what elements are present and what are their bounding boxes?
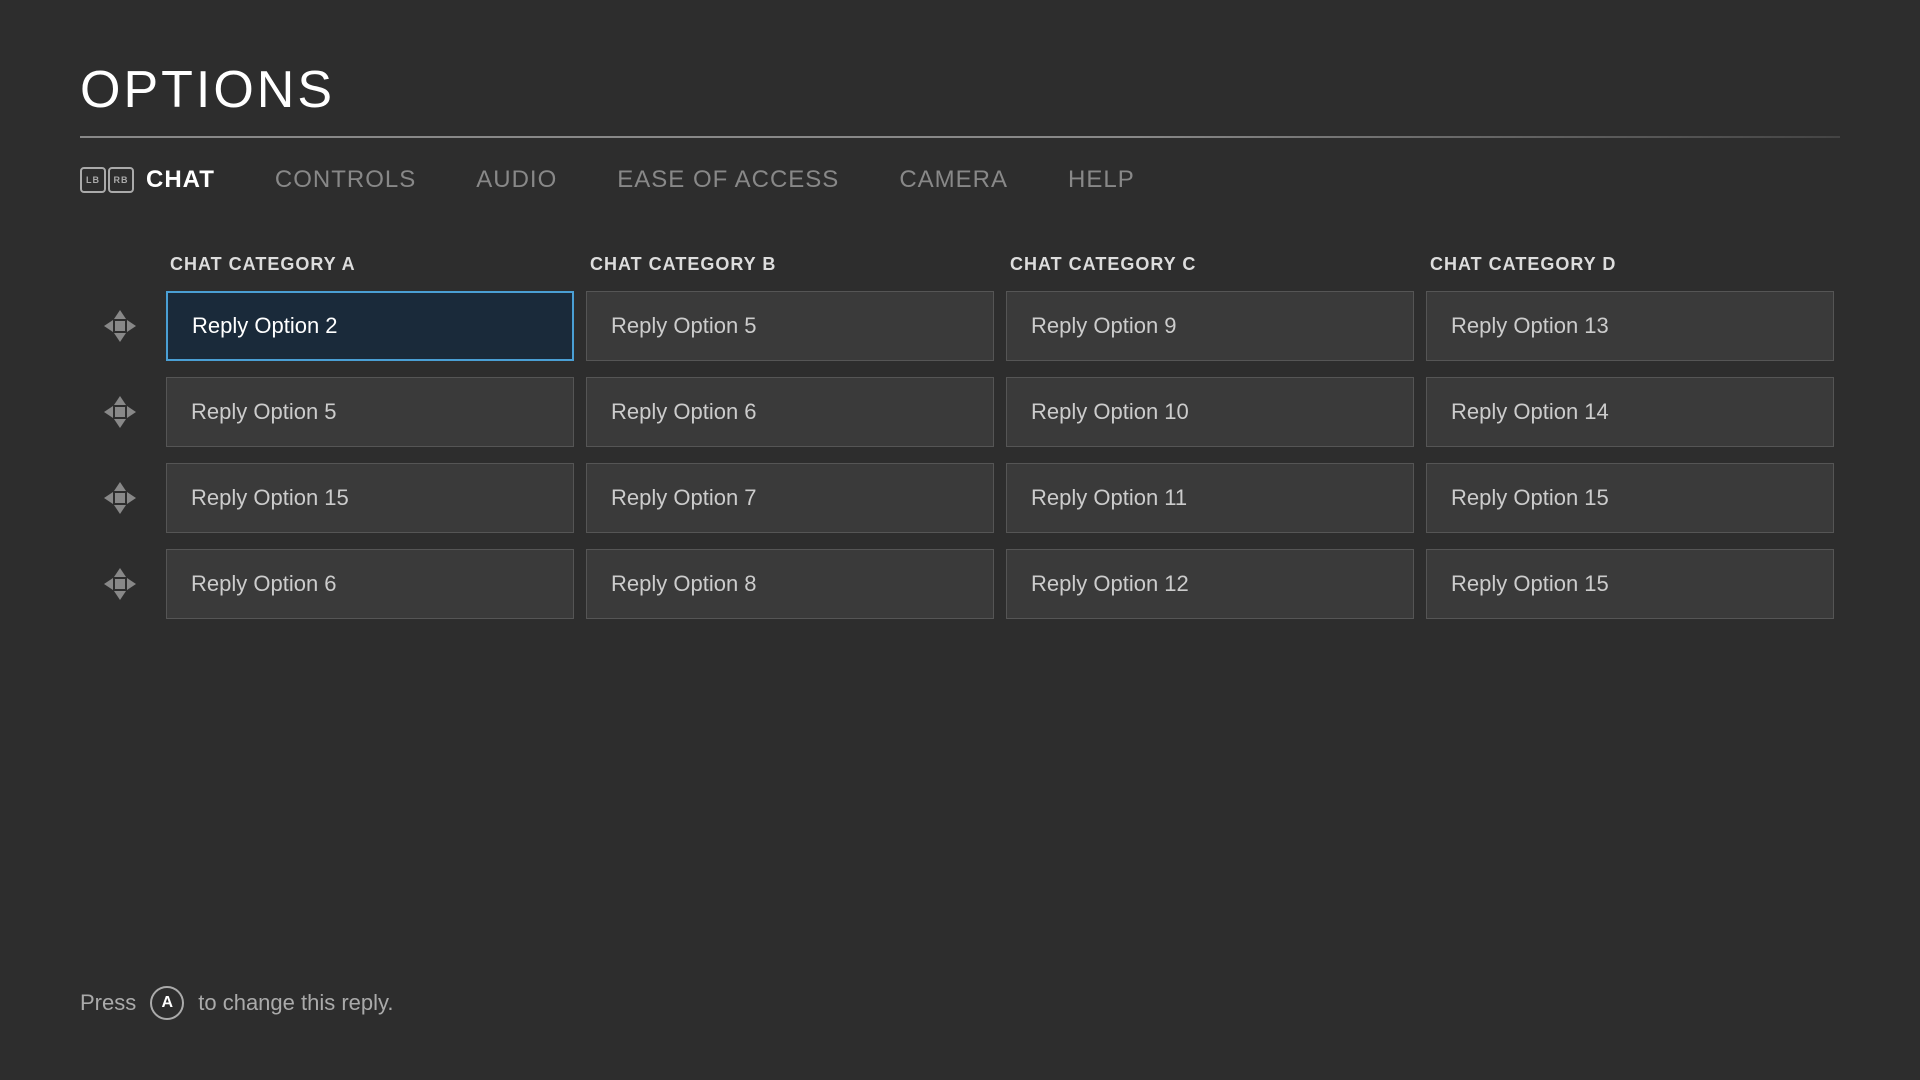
rows-container: Reply Option 2 Reply Option 5 Reply Opti… — [80, 291, 1840, 619]
option-row-1: Reply Option 5 Reply Option 6 Reply Opti… — [80, 377, 1840, 447]
category-label-c: CHAT CATEGORY C — [1000, 254, 1420, 275]
page-container: OPTIONS LB RB CHAT CONTROLS AUDIO EASE O… — [0, 0, 1920, 1080]
cell-0-2[interactable]: Reply Option 9 — [1006, 291, 1414, 361]
tab-chat[interactable]: LB RB CHAT — [80, 166, 215, 194]
option-row-2: Reply Option 15 Reply Option 7 Reply Opt… — [80, 463, 1840, 533]
drag-handle-2[interactable] — [80, 478, 160, 518]
cell-3-1[interactable]: Reply Option 8 — [586, 549, 994, 619]
category-label-a: CHAT CATEGORY A — [160, 254, 580, 275]
cell-0-1[interactable]: Reply Option 5 — [586, 291, 994, 361]
option-row-3: Reply Option 6 Reply Option 8 Reply Opti… — [80, 549, 1840, 619]
footer-prefix: Press — [80, 990, 136, 1016]
cell-2-3[interactable]: Reply Option 15 — [1426, 463, 1834, 533]
cell-2-1[interactable]: Reply Option 7 — [586, 463, 994, 533]
lb-button: LB — [80, 167, 106, 193]
cell-3-2[interactable]: Reply Option 12 — [1006, 549, 1414, 619]
drag-handle-3[interactable] — [80, 564, 160, 604]
cell-3-3[interactable]: Reply Option 15 — [1426, 549, 1834, 619]
tab-ease-of-access[interactable]: EASE OF ACCESS — [617, 166, 839, 194]
footer-hint: Press A to change this reply. — [80, 946, 1840, 1020]
rb-button: RB — [108, 167, 134, 193]
tab-controls[interactable]: CONTROLS — [275, 166, 416, 194]
tab-help[interactable]: HELP — [1068, 166, 1135, 194]
tab-chat-label: CHAT — [146, 166, 215, 194]
category-label-b: CHAT CATEGORY B — [580, 254, 1000, 275]
drag-handle-0[interactable] — [80, 306, 160, 346]
cell-0-3[interactable]: Reply Option 13 — [1426, 291, 1834, 361]
cell-0-0[interactable]: Reply Option 2 — [166, 291, 574, 361]
footer-suffix: to change this reply. — [198, 990, 393, 1016]
header-spacer — [80, 254, 160, 275]
option-row-0: Reply Option 2 Reply Option 5 Reply Opti… — [80, 291, 1840, 361]
controller-buttons: LB RB — [80, 167, 134, 193]
divider — [80, 136, 1840, 138]
cell-2-0[interactable]: Reply Option 15 — [166, 463, 574, 533]
a-button-icon: A — [150, 986, 184, 1020]
cell-1-2[interactable]: Reply Option 10 — [1006, 377, 1414, 447]
drag-handle-1[interactable] — [80, 392, 160, 432]
tab-audio[interactable]: AUDIO — [476, 166, 557, 194]
tab-camera[interactable]: CAMERA — [899, 166, 1008, 194]
categories-header: CHAT CATEGORY A CHAT CATEGORY B CHAT CAT… — [80, 254, 1840, 275]
content-area: CHAT CATEGORY A CHAT CATEGORY B CHAT CAT… — [80, 254, 1840, 1020]
page-title: OPTIONS — [80, 60, 1840, 120]
nav-tabs: LB RB CHAT CONTROLS AUDIO EASE OF ACCESS… — [80, 166, 1840, 194]
cell-2-2[interactable]: Reply Option 11 — [1006, 463, 1414, 533]
cell-3-0[interactable]: Reply Option 6 — [166, 549, 574, 619]
cell-1-0[interactable]: Reply Option 5 — [166, 377, 574, 447]
cell-1-3[interactable]: Reply Option 14 — [1426, 377, 1834, 447]
cell-1-1[interactable]: Reply Option 6 — [586, 377, 994, 447]
category-label-d: CHAT CATEGORY D — [1420, 254, 1840, 275]
